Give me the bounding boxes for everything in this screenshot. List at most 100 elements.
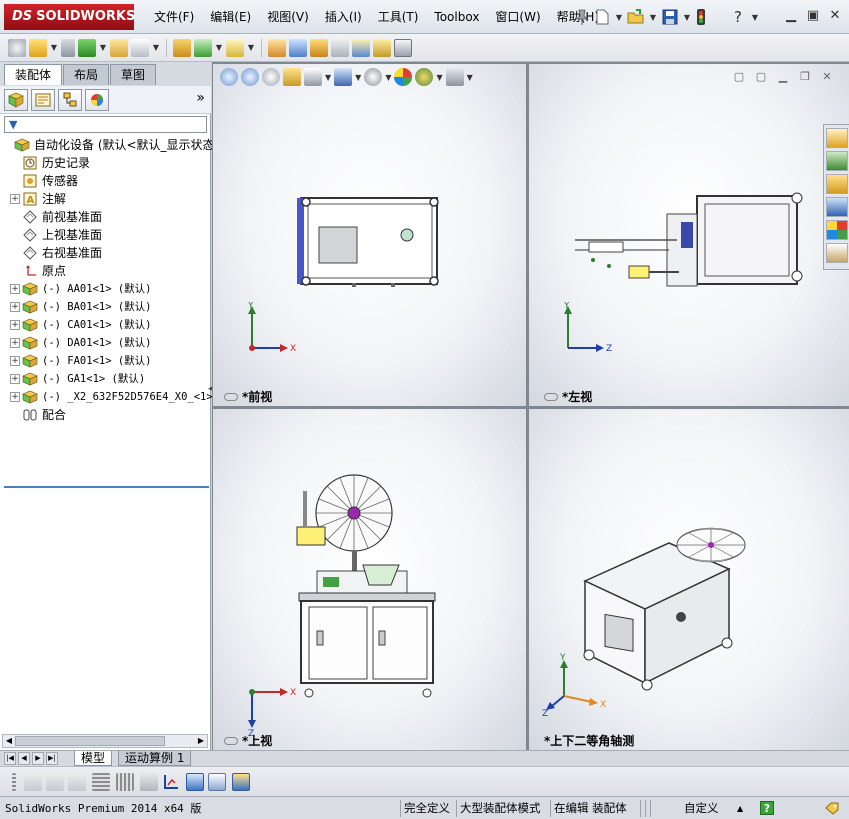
tree-item[interactable]: + (-) DA01<1> (默认) (2, 334, 209, 352)
scroll-right-icon[interactable]: ▶ (195, 735, 207, 747)
insert-component-dropdown-icon[interactable]: ▼ (50, 43, 58, 52)
view-settings-icon[interactable] (445, 68, 464, 86)
tree-item[interactable]: 右视基准面 (2, 244, 209, 262)
reference-dropdown-icon[interactable]: ▼ (247, 43, 255, 52)
menu-file[interactable]: 文件(F) (146, 0, 202, 34)
viewport-split-icon[interactable]: ▢ (753, 70, 769, 84)
tree-item[interactable]: 配合 (2, 406, 209, 424)
view-cube-icon[interactable] (186, 773, 204, 791)
file-explorer-icon[interactable] (826, 174, 848, 194)
view-orientation-icon[interactable] (304, 68, 322, 86)
orientation-dropdown-icon[interactable]: ▼ (325, 73, 331, 82)
hidden-lines-icon[interactable] (46, 773, 64, 791)
expand-node-icon[interactable]: + (10, 320, 20, 330)
edit-appearance-icon[interactable] (394, 68, 413, 86)
linear-pattern-icon[interactable] (78, 38, 96, 57)
quick-tips-icon[interactable]: ? (760, 801, 774, 815)
explode-line-sketch-icon[interactable] (331, 38, 349, 57)
dimension-icon[interactable] (140, 773, 158, 791)
tag-icon[interactable] (824, 801, 840, 815)
menu-toolbox[interactable]: Toolbox (426, 0, 487, 34)
axes-icon[interactable] (162, 773, 180, 791)
scene-dropdown-icon[interactable]: ▼ (436, 73, 442, 82)
tree-item[interactable]: 前视基准面 (2, 208, 209, 226)
mate-icon[interactable] (61, 38, 75, 57)
prev-tab-icon[interactable]: ◀ (18, 752, 30, 765)
hide-show-items-icon[interactable] (364, 68, 383, 86)
new-document-icon[interactable] (593, 8, 611, 26)
interference-detection-icon[interactable] (352, 38, 370, 57)
tab-assembly[interactable]: 装配体 (4, 64, 63, 85)
link-views-icon[interactable] (544, 392, 558, 401)
configuration-manager-icon[interactable] (58, 88, 82, 111)
view-settings-dropdown-icon[interactable]: ▼ (467, 73, 473, 82)
table-icon[interactable] (208, 773, 226, 791)
features-dropdown-icon[interactable]: ▼ (215, 43, 223, 52)
tree-item[interactable]: + (-) GA1<1> (默认) (2, 370, 209, 388)
save-icon[interactable] (661, 8, 679, 26)
rebuild-traffic-light-icon[interactable] (695, 8, 707, 26)
apply-scene-icon[interactable] (415, 68, 434, 86)
graphics-area[interactable]: *前视 *左视 *上视 *上下二等角轴测 Y X Y Z X Z Y X Z (212, 62, 849, 750)
tree-item[interactable]: 自动化设备 (默认<默认_显示状态 (2, 136, 215, 154)
link-views-icon[interactable] (224, 736, 238, 745)
menu-insert[interactable]: 插入(I) (317, 0, 370, 34)
menu-tools[interactable]: 工具(T) (370, 0, 427, 34)
close-icon[interactable]: ✕ (827, 8, 843, 24)
assembly-features-icon[interactable] (194, 38, 212, 57)
properties-icon[interactable] (232, 773, 250, 791)
new-dropdown-icon[interactable]: ▼ (615, 13, 623, 22)
pin-icon[interactable] (575, 8, 589, 26)
open-folder-icon[interactable] (627, 8, 645, 26)
tab-sketch[interactable]: 草图 (110, 64, 157, 85)
tree-item[interactable]: + A 注解 (2, 190, 209, 208)
appearances-icon[interactable] (826, 220, 848, 240)
tree-item[interactable]: 上视基准面 (2, 226, 209, 244)
minimize-icon[interactable]: ▁ (783, 8, 799, 24)
solidworks-logo[interactable]: DS SOLIDWORKS (4, 4, 135, 30)
design-library-icon[interactable] (826, 151, 848, 171)
insert-component-icon[interactable] (29, 38, 47, 57)
scroll-left-icon[interactable]: ◀ (3, 735, 15, 747)
reference-geometry-icon[interactable] (226, 38, 244, 57)
component-icon[interactable] (8, 38, 26, 57)
shaded-icon[interactable] (24, 773, 42, 791)
expand-node-icon[interactable]: + (10, 194, 20, 204)
property-manager-icon[interactable] (31, 88, 55, 111)
tree-horizontal-scrollbar[interactable]: ◀ ▶ (2, 734, 208, 748)
move-dropdown-icon[interactable]: ▼ (152, 43, 160, 52)
exploded-view-icon[interactable] (310, 38, 328, 57)
help-dropdown-icon[interactable]: ▼ (751, 13, 759, 22)
viewport-close-icon[interactable]: ✕ (819, 70, 835, 84)
toolbar-grip-icon[interactable] (12, 773, 16, 791)
viewport-minimize-icon[interactable]: ▁ (775, 70, 791, 84)
custom-properties-icon[interactable] (826, 243, 848, 263)
spacing-icon[interactable] (116, 773, 134, 791)
first-tab-icon[interactable]: |◀ (4, 752, 16, 765)
tree-item[interactable]: + (-) _X2_632F52D576E4_X0_<1> (2, 388, 213, 406)
wireframe-icon[interactable] (68, 773, 86, 791)
open-dropdown-icon[interactable]: ▼ (649, 13, 657, 22)
previous-view-icon[interactable] (262, 68, 280, 86)
tree-item[interactable]: 原点 (2, 262, 209, 280)
zoom-to-fit-icon[interactable] (220, 68, 238, 86)
pattern-dropdown-icon[interactable]: ▼ (99, 43, 107, 52)
tree-item[interactable]: 传感器 (2, 172, 209, 190)
tab-motion-study-1[interactable]: 运动算例 1 (118, 751, 192, 766)
tab-model[interactable]: 模型 (74, 751, 113, 766)
bill-of-materials-icon[interactable] (289, 38, 307, 57)
menu-window[interactable]: 窗口(W) (487, 0, 548, 34)
tree-item[interactable]: + (-) CA01<1> (默认) (2, 316, 209, 334)
tree-item[interactable]: + (-) AA01<1> (默认) (2, 280, 209, 298)
instant3d-icon[interactable] (394, 38, 412, 57)
new-motion-study-icon[interactable] (268, 38, 286, 57)
units-dropdown-icon[interactable]: ▲ (737, 800, 743, 817)
tree-item[interactable]: 历史记录 (2, 154, 209, 172)
resources-home-icon[interactable] (826, 128, 848, 148)
restore-icon[interactable]: ▣ (805, 8, 821, 24)
expand-node-icon[interactable]: + (10, 392, 20, 402)
tree-item[interactable]: + (-) FA01<1> (默认) (2, 352, 209, 370)
align-icon[interactable] (92, 773, 110, 791)
zoom-to-area-icon[interactable] (241, 68, 259, 86)
view-palette-icon[interactable] (826, 197, 848, 217)
